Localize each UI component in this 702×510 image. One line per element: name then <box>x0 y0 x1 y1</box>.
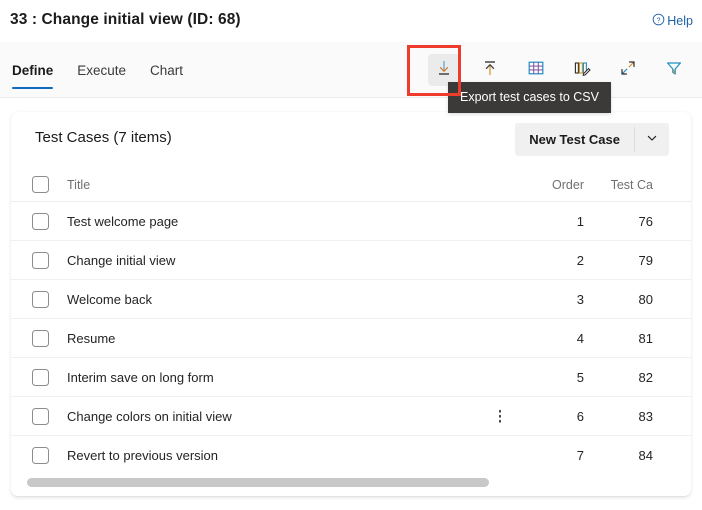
page-title: 33 : Change initial view (ID: 68) <box>10 11 241 28</box>
cell-test-case: 76 <box>638 213 653 229</box>
table-grid-icon <box>526 58 546 83</box>
cell-title: Interim save on long form <box>67 369 214 385</box>
row-checkbox[interactable] <box>32 212 49 230</box>
new-test-case-split-button: New Test Case <box>515 123 669 156</box>
chevron-down-icon <box>646 131 658 149</box>
cell-order: 6 <box>498 409 584 424</box>
table-header-row: Title Order Test Ca <box>11 168 691 202</box>
cell-test-case: 80 <box>638 291 653 307</box>
table-row[interactable]: Change colors on initial view 6 83 <box>11 397 691 436</box>
tab-execute-label: Execute <box>77 62 127 78</box>
new-test-case-button[interactable]: New Test Case <box>515 123 634 156</box>
tab-define-label: Define <box>12 62 54 78</box>
table-row[interactable]: Change initial view 2 79 <box>11 241 691 280</box>
test-cases-table: Title Order Test Ca Test welcome page 1 … <box>11 168 691 475</box>
cell-test-case: 82 <box>638 369 653 385</box>
download-arrow-icon <box>434 58 454 83</box>
cell-order: 5 <box>576 369 584 385</box>
columns-edit-icon <box>572 58 592 83</box>
table-row[interactable]: Resume 4 81 <box>11 319 691 358</box>
column-header-test-case[interactable]: Test Ca <box>584 178 656 192</box>
column-header-title[interactable]: Title <box>49 178 514 192</box>
select-all-checkbox[interactable] <box>32 176 49 193</box>
card-header: Test Cases (7 items) New Test Case <box>11 112 691 168</box>
question-circle-icon: ? <box>652 13 665 28</box>
card-title: Test Cases (7 items) <box>35 129 172 146</box>
cell-order: 2 <box>576 252 584 268</box>
cell-order: 3 <box>576 291 584 307</box>
cell-order: 7 <box>576 448 584 463</box>
row-checkbox[interactable] <box>32 368 49 386</box>
horizontal-scrollbar[interactable] <box>27 478 489 487</box>
cell-title: Change colors on initial view <box>67 408 232 424</box>
table-row[interactable]: Interim save on long form 5 82 <box>11 358 691 397</box>
cell-title: Revert to previous version <box>67 448 219 463</box>
cell-test-case: 83 <box>638 408 653 424</box>
upload-arrow-icon <box>480 58 500 83</box>
test-cases-card: Test Cases (7 items) New Test Case Title… <box>11 112 691 496</box>
table-row[interactable]: Welcome back 3 80 <box>11 280 691 319</box>
tab-chart[interactable]: Chart <box>138 42 195 98</box>
app-root: 33 : Change initial view (ID: 68) ? Help… <box>0 0 702 510</box>
cell-order: 1 <box>576 213 584 229</box>
new-test-case-label: New Test Case <box>529 132 620 147</box>
export-csv-tooltip: Export test cases to CSV <box>448 82 611 113</box>
row-more-options-icon[interactable] <box>493 409 507 423</box>
table-row[interactable]: Test welcome page 1 76 <box>11 202 691 241</box>
cell-order: 4 <box>576 330 584 346</box>
tab-execute[interactable]: Execute <box>65 42 138 98</box>
cell-title: Welcome back <box>67 291 153 307</box>
cell-title: Resume <box>67 330 116 346</box>
tab-list: Define Execute Chart <box>10 42 195 98</box>
cell-title: Change initial view <box>67 252 176 268</box>
diagonal-arrows-expand-icon <box>618 58 638 83</box>
row-checkbox[interactable] <box>32 251 49 269</box>
row-checkbox[interactable] <box>32 329 49 347</box>
tab-define[interactable]: Define <box>10 42 65 98</box>
title-bar: 33 : Change initial view (ID: 68) ? Help <box>0 0 702 42</box>
cell-test-case: 79 <box>638 252 653 268</box>
help-label: Help <box>667 13 693 28</box>
row-checkbox[interactable] <box>32 407 49 425</box>
horizontal-scrollbar-track[interactable] <box>11 470 691 496</box>
filter-button[interactable] <box>658 54 690 86</box>
row-checkbox[interactable] <box>32 290 49 308</box>
cell-test-case: 84 <box>638 448 653 463</box>
svg-text:?: ? <box>657 17 661 24</box>
row-checkbox[interactable] <box>32 447 49 464</box>
new-test-case-dropdown-button[interactable] <box>635 123 669 156</box>
tab-chart-label: Chart <box>150 62 184 78</box>
expand-button[interactable] <box>612 54 644 86</box>
cell-title: Test welcome page <box>67 213 179 229</box>
cell-test-case: 81 <box>638 330 653 346</box>
column-header-order[interactable]: Order <box>514 178 584 192</box>
funnel-filter-icon <box>664 58 684 83</box>
help-link[interactable]: ? Help <box>652 13 693 28</box>
